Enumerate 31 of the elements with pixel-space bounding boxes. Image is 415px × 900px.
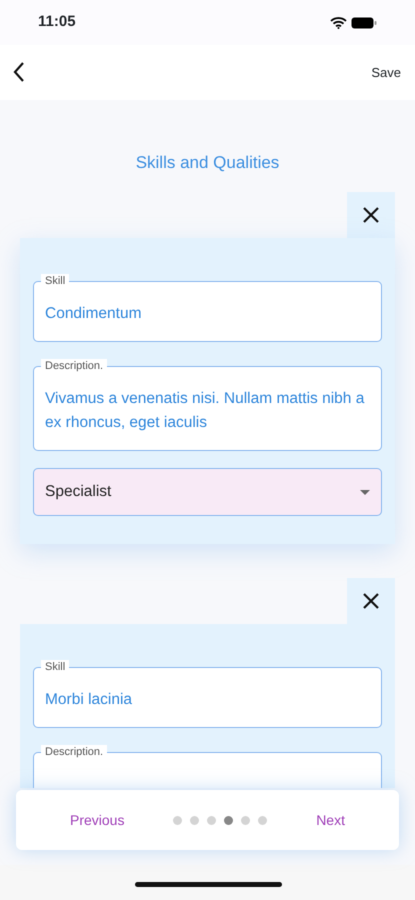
back-button[interactable] [12,60,26,84]
text-field[interactable]: Skill Morbi lacinia [33,660,382,728]
page-dot[interactable] [173,816,182,824]
field-value: Condimentum [45,304,142,324]
field-label: Description. [41,359,108,373]
save-button[interactable]: Save [371,62,401,82]
text-field[interactable]: Description. Vivamus a venenatis nisi. Nullam mattis nibh a ex rhoncus, eget iaculis [33,359,382,451]
page-dot[interactable] [258,816,268,824]
caret-icon [360,490,370,494]
battery-icon [351,16,377,28]
section-title: Skills and Qualities [134,152,280,174]
page-dot[interactable] [224,816,234,824]
dropdown-value: Specialist [45,482,112,502]
page-dot[interactable] [207,816,216,824]
status-time: 11:05 [38,12,76,32]
close-button[interactable] [347,578,395,624]
page-dot[interactable] [241,816,250,824]
dropdown-field[interactable]: Specialist [33,468,382,516]
wifi-icon [330,16,347,28]
close-icon [362,206,380,224]
field-label: Description. [41,745,108,759]
field-value: Morbi lacinia [45,690,134,710]
previous-button[interactable]: Previous [66,806,128,834]
close-button[interactable] [347,192,395,238]
next-button[interactable]: Next [312,806,349,834]
back-icon [12,61,26,84]
page-dot[interactable] [190,816,200,824]
close-icon [362,592,380,610]
text-field[interactable]: Description. [33,745,382,788]
text-field[interactable]: Skill Condimentum [33,274,382,342]
field-value: Vivamus a venenatis nisi. Nullam mattis nibh a ex rhoncus, eget iaculis [45,389,366,433]
